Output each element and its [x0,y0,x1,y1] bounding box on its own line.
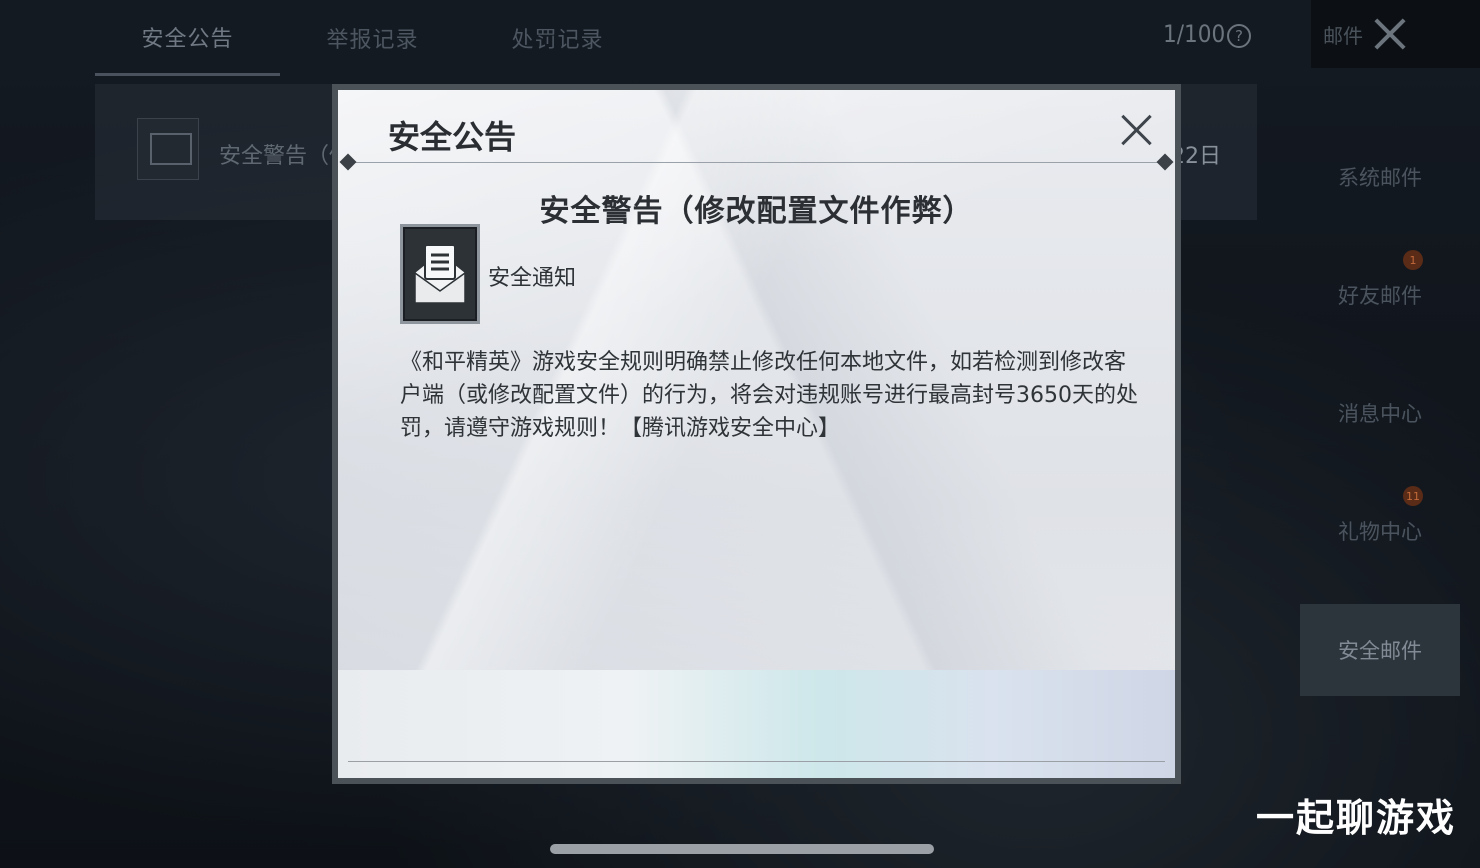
tab-report-records[interactable]: 举报记录 [280,0,465,76]
sidebar-item-security-mail[interactable]: 安全邮件 [1300,604,1460,696]
sidebar-item-label: 礼物中心 [1338,520,1422,544]
sidebar-item-message-center[interactable]: 消息中心 [1300,354,1460,472]
sidebar-item-label: 消息中心 [1338,402,1422,426]
mail-icon-frame [400,224,480,324]
tab-security-announcement[interactable]: 安全公告 [95,0,280,76]
mail-header-title: 邮件 [1323,23,1363,48]
unread-badge: 1 [1403,250,1423,270]
security-announcement-modal: 安全公告 安全警告（修改配置文件作弊） 安全通知 《和平精英》游戏安全规则明确禁… [332,84,1181,784]
envelope-open-icon [414,244,466,304]
mail-tabs: 安全公告 举报记录 处罚记录 [95,0,650,76]
footer-divider [348,761,1165,762]
unread-badge: 11 [1403,486,1423,506]
mail-count: 1/100 [1163,20,1226,48]
sidebar-item-label: 好友邮件 [1338,284,1422,308]
mail-sender: 安全通知 [488,266,577,291]
mail-sidebar: 系统邮件 1 好友邮件 消息中心 11 礼物中心 安全邮件 [1300,118,1460,696]
sidebar-item-system-mail[interactable]: 系统邮件 [1300,118,1460,236]
sidebar-item-label: 安全邮件 [1338,639,1422,663]
title-divider [352,162,1161,163]
sidebar-item-friend-mail[interactable]: 1 好友邮件 [1300,236,1460,354]
modal-title: 安全公告 [388,118,517,156]
sidebar-item-label: 系统邮件 [1338,166,1422,190]
help-icon[interactable]: ? [1227,24,1251,48]
envelope-icon [137,118,199,180]
watermark: 一起聊游戏 [1255,796,1456,840]
home-indicator[interactable] [550,844,934,854]
tab-penalty-records[interactable]: 处罚记录 [465,0,650,76]
sidebar-item-gift-center[interactable]: 11 礼物中心 [1300,472,1460,590]
mail-body: 《和平精英》游戏安全规则明确禁止修改任何本地文件，如若检测到修改客户端（或修改配… [400,350,1138,441]
close-icon[interactable] [1370,10,1410,58]
close-icon[interactable] [1117,108,1157,152]
